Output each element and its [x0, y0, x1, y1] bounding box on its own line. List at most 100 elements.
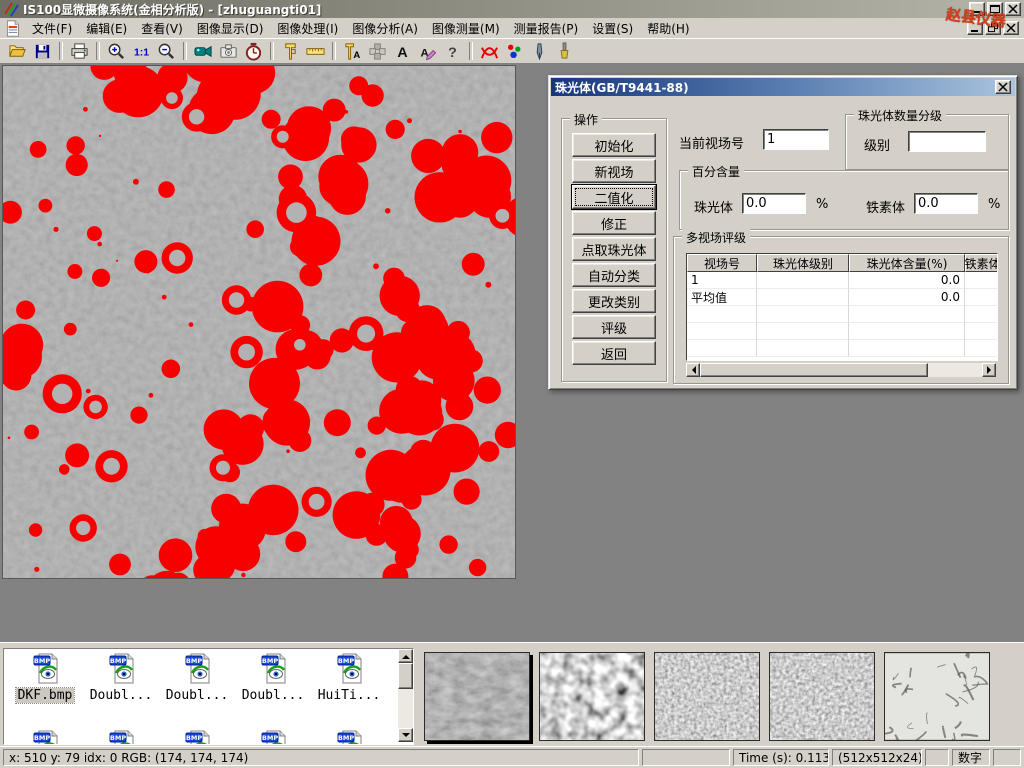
thumbnail-3[interactable]: [769, 652, 875, 741]
pick-pearlite-button[interactable]: 点取珠光体: [572, 237, 656, 261]
thumbnail-2[interactable]: [654, 652, 760, 741]
menu-file[interactable]: 文件(F): [25, 18, 79, 39]
thumbnail-1[interactable]: [539, 652, 645, 741]
grade-button[interactable]: 评级: [572, 315, 656, 339]
mdi-minimize-button[interactable]: [967, 21, 983, 35]
maximize-button[interactable]: [987, 2, 1003, 16]
table-cell: [849, 340, 965, 357]
thumbnail-0[interactable]: [424, 652, 530, 741]
save-button[interactable]: [30, 40, 55, 62]
video-button[interactable]: [191, 40, 216, 62]
file-item-4[interactable]: BMPHuiTi...: [312, 653, 386, 703]
operation-group: 操作 初始化新视场二值化修正点取珠光体自动分类更改类别评级返回: [561, 118, 667, 382]
ferrite-percent-input[interactable]: [914, 193, 978, 214]
actual-size-button[interactable]: 1:1: [129, 40, 154, 62]
brush-button[interactable]: [552, 40, 577, 62]
menu-image-analysis[interactable]: 图像分析(A): [345, 18, 425, 39]
camera-button[interactable]: [216, 40, 241, 62]
file-item-row2-3[interactable]: BMP: [236, 730, 310, 745]
menu-view[interactable]: 查看(V): [134, 18, 190, 39]
menu-image-display[interactable]: 图像显示(D): [190, 18, 271, 39]
minimize-button[interactable]: [969, 2, 985, 16]
measure-text-button[interactable]: A: [340, 40, 365, 62]
curve-button[interactable]: [477, 40, 502, 62]
correct-button[interactable]: 修正: [572, 211, 656, 235]
table-row-3[interactable]: [687, 323, 997, 340]
grid-button[interactable]: [365, 40, 390, 62]
open-button[interactable]: [5, 40, 30, 62]
empty-panel-1: [642, 749, 730, 766]
svg-text:?: ?: [448, 45, 457, 61]
help-button[interactable]: ?: [440, 40, 465, 62]
file-browser-scrollbar[interactable]: [398, 649, 413, 742]
text-button[interactable]: A: [390, 40, 415, 62]
file-item-row2-2[interactable]: BMP: [160, 730, 234, 745]
table-cell: 1: [687, 272, 757, 289]
file-item-row2-0[interactable]: BMP: [8, 730, 82, 745]
dialog-title-bar[interactable]: 珠光体(GB/T9441-88): [551, 78, 1015, 96]
table-header-cell[interactable]: 铁素体含量(%): [965, 254, 998, 272]
annotate-button[interactable]: A: [415, 40, 440, 62]
scrollbar-thumb[interactable]: [700, 363, 928, 377]
change-class-button[interactable]: 更改类别: [572, 289, 656, 313]
table-row-1[interactable]: 平均值0.0: [687, 289, 997, 306]
menu-edit[interactable]: 编辑(E): [79, 18, 134, 39]
scrollbar-thumb[interactable]: [398, 663, 413, 689]
ferrite-label: 铁素体: [866, 197, 905, 216]
mode-panel: 数字: [952, 749, 990, 766]
zoom-in-button[interactable]: [104, 40, 129, 62]
table-header-cell[interactable]: 珠光体级别: [757, 254, 849, 272]
file-item-row2-1[interactable]: BMP: [84, 730, 158, 745]
dialog-close-button[interactable]: [995, 80, 1011, 94]
menu-settings[interactable]: 设置(S): [585, 18, 640, 39]
scroll-right-button[interactable]: [982, 363, 996, 377]
svg-text:A: A: [397, 45, 407, 61]
file-item-2[interactable]: BMPDoubl...: [160, 653, 234, 703]
table-header-cell[interactable]: 珠光体含量(%): [849, 254, 965, 272]
auto-classify-button[interactable]: 自动分类: [572, 263, 656, 287]
svg-text:A: A: [353, 50, 360, 61]
pearlite-percent-input[interactable]: [742, 193, 806, 214]
scroll-down-button[interactable]: [398, 728, 413, 742]
print-button[interactable]: [67, 40, 92, 62]
svg-text:1:1: 1:1: [134, 47, 149, 58]
return-button[interactable]: 返回: [572, 341, 656, 365]
menu-measure-report[interactable]: 测量报告(P): [507, 18, 586, 39]
file-browser[interactable]: BMPDKF.bmpBMPDoubl...BMPDoubl...BMPDoubl…: [3, 648, 414, 745]
zoom-out-button[interactable]: [154, 40, 179, 62]
micrograph-image[interactable]: [3, 66, 515, 578]
file-item-3[interactable]: BMPDoubl...: [236, 653, 310, 703]
table-row-4[interactable]: [687, 340, 997, 357]
caliper-button[interactable]: [278, 40, 303, 62]
mdi-restore-button[interactable]: [985, 21, 1001, 35]
binarize-button[interactable]: 二值化: [572, 185, 656, 209]
table-header-cell[interactable]: 视场号: [687, 254, 757, 272]
scrollbar-track[interactable]: [928, 363, 982, 377]
table-row-0[interactable]: 10.0: [687, 272, 997, 289]
particles-button[interactable]: [502, 40, 527, 62]
table-cell: [965, 323, 998, 340]
scroll-up-button[interactable]: [398, 649, 413, 663]
table-row-2[interactable]: [687, 306, 997, 323]
new-field-button[interactable]: 新视场: [572, 159, 656, 183]
thumbnail-4[interactable]: [884, 652, 990, 741]
table-horizontal-scrollbar[interactable]: [686, 363, 996, 377]
multi-view-table[interactable]: 视场号珠光体级别珠光体含量(%)铁素体含量(%)10.0平均值0.0: [686, 253, 998, 361]
current-field-input[interactable]: [763, 129, 829, 150]
pen-button[interactable]: [527, 40, 552, 62]
timer-button[interactable]: [241, 40, 266, 62]
menu-image-measure[interactable]: 图像测量(M): [425, 18, 507, 39]
close-button[interactable]: [1005, 2, 1021, 16]
toolbar-separator: [59, 42, 63, 60]
menu-help[interactable]: 帮助(H): [640, 18, 696, 39]
file-item-0[interactable]: BMPDKF.bmp: [8, 653, 82, 703]
mdi-close-button[interactable]: [1003, 21, 1019, 35]
menu-image-process[interactable]: 图像处理(I): [270, 18, 345, 39]
save-icon: [33, 42, 52, 61]
file-item-1[interactable]: BMPDoubl...: [84, 653, 158, 703]
scroll-left-button[interactable]: [686, 363, 700, 377]
init-button[interactable]: 初始化: [572, 133, 656, 157]
file-item-row2-4[interactable]: BMP: [312, 730, 386, 745]
level-input[interactable]: [908, 131, 986, 152]
ruler-button[interactable]: [303, 40, 328, 62]
